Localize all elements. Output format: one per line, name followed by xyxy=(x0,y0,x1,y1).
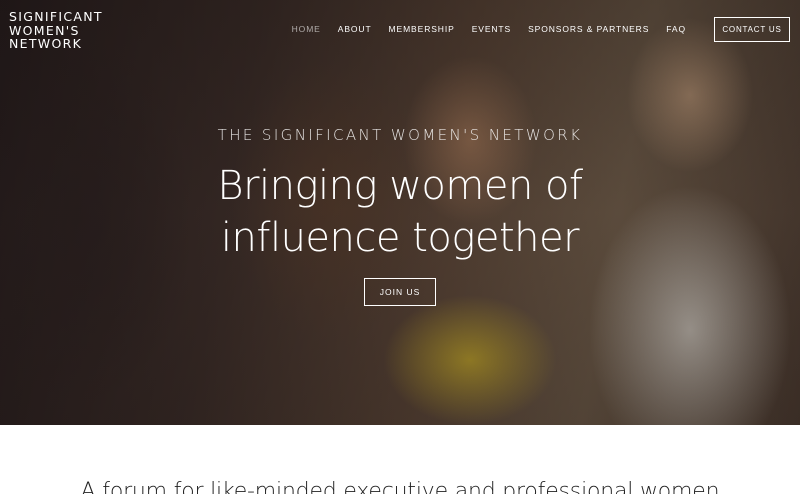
main-nav: Home About Membership Events Sponsors & … xyxy=(292,24,686,34)
contact-us-button[interactable]: Contact Us xyxy=(714,17,790,42)
hero-headline-line-1: Bringing women of xyxy=(217,163,583,209)
logo-line-3: NETWORK xyxy=(9,36,83,51)
nav-item-membership[interactable]: Membership xyxy=(389,24,455,34)
hero-headline-line-2: influence together xyxy=(220,215,580,261)
nav-item-events[interactable]: Events xyxy=(472,24,511,34)
nav-item-home[interactable]: Home xyxy=(292,24,321,34)
hero-eyebrow: THE SIGNIFICANT WOMEN'S NETWORK xyxy=(217,126,583,144)
logo-line-1: SIGNIFICANT xyxy=(9,9,103,24)
hero-headline: Bringing women of influence together xyxy=(0,160,800,264)
site-logo[interactable]: SIGNIFICANT WOMEN'S NETWORK xyxy=(9,10,103,51)
intro-text: A forum for like-minded executive and pr… xyxy=(80,479,720,494)
logo-line-2: WOMEN'S xyxy=(9,22,80,38)
nav-item-sponsors-partners[interactable]: Sponsors & Partners xyxy=(528,24,649,34)
nav-item-faq[interactable]: FAQ xyxy=(666,24,686,34)
join-us-button[interactable]: Join Us xyxy=(364,278,436,306)
intro-section: A forum for like-minded executive and pr… xyxy=(0,425,800,494)
nav-item-about[interactable]: About xyxy=(338,24,372,34)
hero-section: SIGNIFICANT WOMEN'S NETWORK Home About M… xyxy=(0,0,800,425)
